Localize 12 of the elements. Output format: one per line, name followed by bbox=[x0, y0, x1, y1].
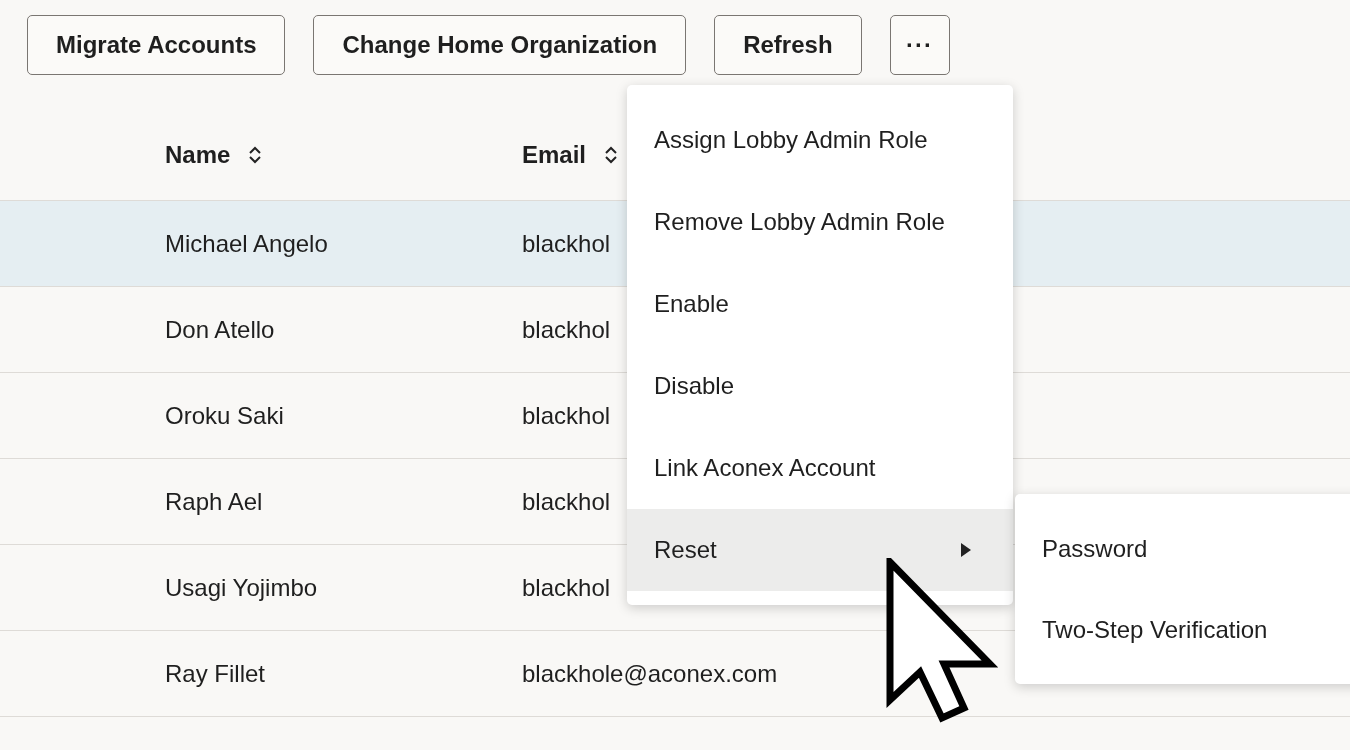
table-cell: blackhol bbox=[522, 315, 611, 344]
table-cell: blackhol bbox=[522, 573, 611, 602]
table-cell: Raph Ael bbox=[165, 487, 263, 516]
table-cell: blackhol bbox=[522, 229, 611, 258]
table-cell: Ray Fillet bbox=[165, 659, 266, 688]
table-cell: Don Atello bbox=[165, 315, 275, 344]
table-cell: Oroku Saki bbox=[165, 401, 284, 430]
table-cell: blackhole@aconex.com bbox=[522, 659, 778, 688]
table-cell: Usagi Yojimbo bbox=[165, 573, 318, 602]
table-cell: blackhol bbox=[522, 401, 611, 430]
table-cell: blackhol bbox=[522, 487, 611, 516]
table-cell: Michael Angelo bbox=[165, 229, 328, 258]
